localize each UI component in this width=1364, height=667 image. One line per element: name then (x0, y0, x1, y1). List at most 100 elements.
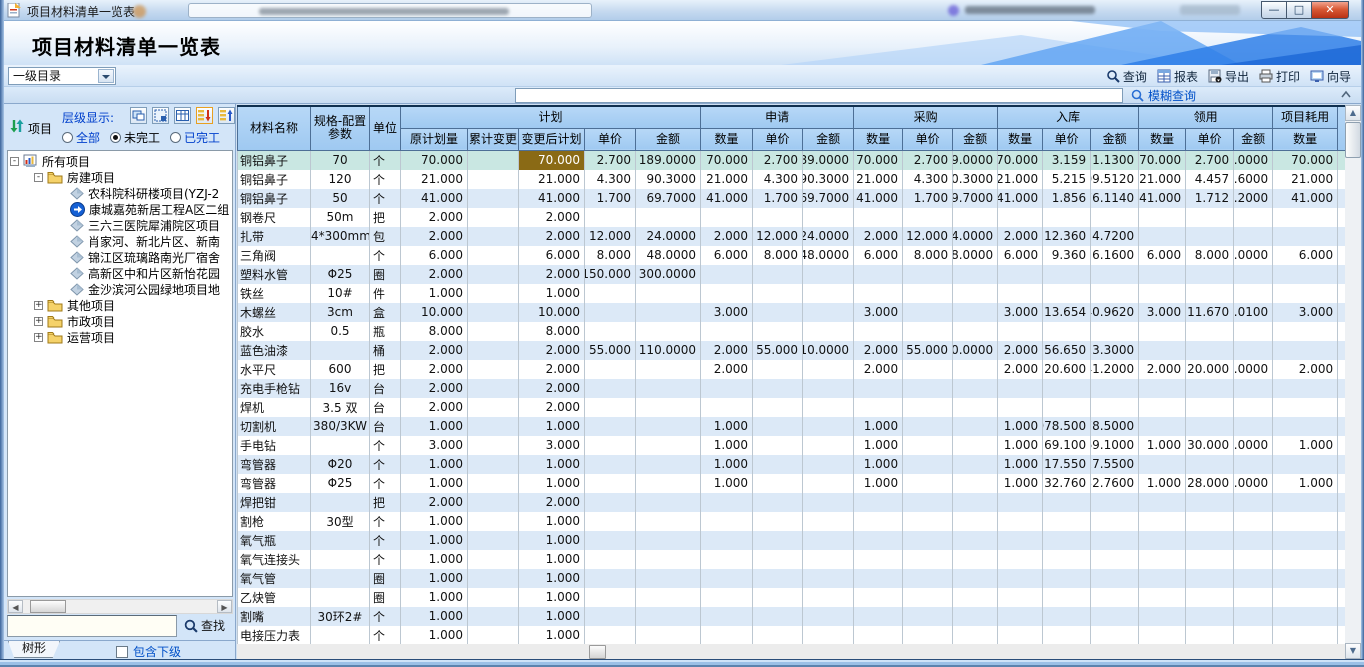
cell-value[interactable]: 8.000 (1186, 246, 1234, 265)
cell-value[interactable] (468, 588, 519, 607)
cell-spec[interactable]: 70 (311, 150, 370, 170)
cell-value[interactable] (998, 626, 1043, 645)
cell-value[interactable]: 48.0000 (1234, 246, 1273, 265)
scroll-left-arrow[interactable]: ◀ (8, 600, 23, 613)
cell-value[interactable]: 40.9620 (1091, 303, 1139, 322)
cell-value[interactable] (854, 322, 903, 341)
cell-material-name[interactable]: 木螺丝 (238, 303, 311, 322)
cell-value[interactable]: 1.000 (401, 455, 468, 474)
cell-unit[interactable]: 个 (370, 455, 401, 474)
cell-value[interactable]: 1.000 (701, 474, 753, 493)
url-bar[interactable] (188, 3, 592, 18)
cell-value[interactable] (854, 493, 903, 512)
cell-value[interactable] (468, 341, 519, 360)
cell-value[interactable]: 1.000 (519, 512, 585, 531)
cell-value[interactable] (636, 417, 701, 436)
cell-value[interactable]: 56.1600 (1091, 246, 1139, 265)
cell-value[interactable] (585, 303, 636, 322)
table-row[interactable]: 焊机3.5 双台2.0002.000 (238, 398, 1346, 417)
cell-value[interactable] (585, 398, 636, 417)
cell-value[interactable] (998, 379, 1043, 398)
view-mode-button-3[interactable] (174, 107, 191, 124)
cell-value[interactable]: 110.0000 (803, 341, 854, 360)
cell-value[interactable] (1234, 322, 1273, 341)
cell-value[interactable] (1043, 550, 1091, 569)
cell-value[interactable]: 32.7600 (1091, 474, 1139, 493)
cell-value[interactable]: 2.000 (519, 208, 585, 227)
cell-value[interactable]: 2.000 (519, 493, 585, 512)
cell-value[interactable] (1234, 398, 1273, 417)
fuzzy-search-button[interactable]: 模糊查询 (1131, 87, 1196, 103)
cell-value[interactable] (903, 417, 953, 436)
cell-value[interactable] (636, 455, 701, 474)
cell-spec[interactable] (311, 246, 370, 265)
cell-value[interactable] (1273, 208, 1338, 227)
cell-value[interactable] (1186, 379, 1234, 398)
cell-unit[interactable]: 个 (370, 246, 401, 265)
cell-value[interactable]: 17.550 (1043, 455, 1091, 474)
cell-unit[interactable]: 把 (370, 493, 401, 512)
cell-value[interactable] (1186, 265, 1234, 284)
cell-value[interactable]: 12.000 (585, 227, 636, 246)
cell-value[interactable] (1273, 455, 1338, 474)
cell-value[interactable] (1091, 550, 1139, 569)
cell-value[interactable] (903, 322, 953, 341)
cell-value[interactable]: 1.000 (519, 607, 585, 626)
cell-value[interactable]: 41.000 (998, 189, 1043, 208)
radio-option-0[interactable]: 全部 (62, 129, 100, 146)
cell-value[interactable] (1273, 284, 1338, 303)
radio-option-1[interactable]: 未完工 (110, 129, 160, 146)
cell-value[interactable] (953, 284, 998, 303)
cell-value[interactable] (1043, 284, 1091, 303)
cell-value[interactable]: 41.000 (1139, 189, 1186, 208)
cell-value[interactable] (803, 303, 854, 322)
table-row[interactable]: 铜铝鼻子120个21.00021.0004.30090.300021.0004.… (238, 170, 1346, 189)
cell-value[interactable]: 1.000 (998, 474, 1043, 493)
cell-value[interactable] (468, 227, 519, 246)
cell-value[interactable]: 1.000 (519, 474, 585, 493)
cell-value[interactable]: 189.0000 (953, 150, 998, 170)
toolbar-button-export[interactable]: 导出 (1206, 68, 1251, 85)
toolbar-button-report[interactable]: 报表 (1155, 68, 1200, 85)
cell-value[interactable]: 24.0000 (953, 227, 998, 246)
cell-value[interactable] (803, 455, 854, 474)
cell-value[interactable] (953, 588, 998, 607)
cell-value[interactable] (1234, 493, 1273, 512)
table-row[interactable]: 铜铝鼻子70个70.00070.0002.700189.000070.0002.… (238, 150, 1346, 170)
cell-value[interactable]: 1.000 (998, 436, 1043, 455)
cell-value[interactable] (803, 569, 854, 588)
cell-value[interactable]: 1.000 (519, 588, 585, 607)
cell-value[interactable] (468, 360, 519, 379)
cell-value[interactable]: 1.000 (519, 569, 585, 588)
cell-value[interactable] (585, 360, 636, 379)
cell-value[interactable] (1043, 265, 1091, 284)
tree-item[interactable]: +运营项目 (8, 329, 233, 345)
cell-value[interactable] (903, 208, 953, 227)
cell-value[interactable] (953, 626, 998, 645)
cell-value[interactable] (1186, 455, 1234, 474)
cell-value[interactable]: 4.300 (585, 170, 636, 189)
cell-value[interactable]: 1.000 (401, 607, 468, 626)
cell-value[interactable] (998, 493, 1043, 512)
cell-value[interactable] (753, 607, 803, 626)
cell-value[interactable] (1273, 569, 1338, 588)
cell-value[interactable]: 269.1000 (1091, 436, 1139, 455)
cell-value[interactable] (1273, 626, 1338, 645)
cell-value[interactable] (753, 303, 803, 322)
cell-value[interactable] (1186, 626, 1234, 645)
cell-value[interactable] (1091, 531, 1139, 550)
cell-value[interactable] (803, 398, 854, 417)
cell-value[interactable] (468, 189, 519, 208)
cell-value[interactable] (998, 265, 1043, 284)
cell-material-name[interactable]: 水平尺 (238, 360, 311, 379)
cell-value[interactable] (468, 284, 519, 303)
cell-value[interactable]: 2.000 (701, 341, 753, 360)
cell-value[interactable] (953, 398, 998, 417)
tree-tab[interactable]: 树形 (8, 641, 60, 658)
cell-value[interactable] (953, 436, 998, 455)
cell-value[interactable] (998, 531, 1043, 550)
cell-value[interactable] (803, 531, 854, 550)
cell-unit[interactable]: 个 (370, 550, 401, 569)
table-row[interactable]: 弯管器Φ20个1.0001.0001.0001.0001.00017.55017… (238, 455, 1346, 474)
cell-value[interactable]: 1.000 (1139, 474, 1186, 493)
